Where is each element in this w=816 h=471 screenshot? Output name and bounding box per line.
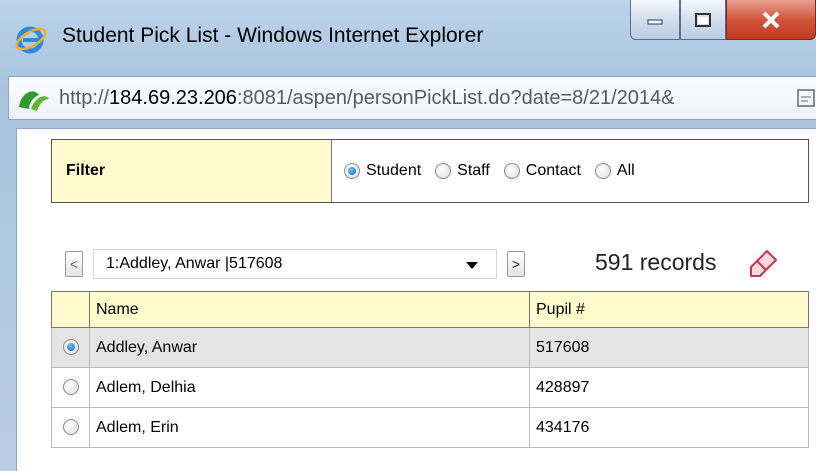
cell-name: Adlem, Delhia	[89, 367, 530, 408]
compatibility-icon[interactable]	[796, 87, 816, 109]
window-title: Student Pick List - Windows Internet Exp…	[62, 24, 484, 47]
column-header-pupil[interactable]: Pupil #	[529, 291, 809, 328]
title-bar: Student Pick List - Windows Internet Exp…	[0, 0, 816, 76]
record-select[interactable]: 1:Addley, Anwar |517608	[93, 249, 497, 279]
table-row[interactable]: Adlem, Erin 434176	[51, 407, 809, 448]
record-count: 591 records	[595, 249, 717, 275]
record-select-value: 1:Addley, Anwar |517608	[106, 255, 283, 272]
filter-label: Filter	[52, 140, 332, 202]
option-label: Contact	[525, 162, 581, 179]
minimize-button[interactable]	[630, 0, 680, 40]
close-button[interactable]	[726, 0, 816, 40]
student-table: Name Pupil # Addley, Anwar 517608 Adlem,…	[51, 291, 809, 448]
radio-all[interactable]	[594, 163, 611, 179]
filter-options: Student Staff Contact All	[332, 140, 808, 202]
maximize-button[interactable]	[680, 0, 726, 40]
radio-student[interactable]	[344, 163, 360, 179]
filter-bar: Filter Student Staff Contact All	[51, 139, 809, 203]
url-text[interactable]: http://184.69.23.206:8081/aspen/personPi…	[59, 87, 675, 110]
radio-staff[interactable]	[435, 163, 452, 179]
filter-option-contact[interactable]: Contact	[503, 162, 581, 180]
table-row[interactable]: Addley, Anwar 517608	[51, 327, 809, 368]
maximize-icon	[695, 12, 711, 27]
url-prefix: http://	[59, 87, 110, 109]
row-radio[interactable]	[62, 379, 79, 396]
minimize-icon	[647, 19, 663, 24]
url-path: :8081/aspen/personPickList.do?date=8/21/…	[236, 87, 675, 109]
cell-name: Adlem, Erin	[89, 407, 530, 448]
row-select-cell	[51, 367, 90, 408]
cell-pupil: 434176	[529, 407, 809, 448]
previous-record-button[interactable]: <	[65, 251, 83, 277]
internet-explorer-icon	[15, 26, 47, 54]
filter-option-student[interactable]: Student	[344, 162, 421, 180]
url-host: 184.69.23.206	[109, 87, 237, 109]
next-record-button[interactable]: >	[507, 251, 525, 277]
row-select-cell	[51, 327, 90, 368]
option-label: Student	[366, 162, 422, 179]
filter-option-all[interactable]: All	[594, 162, 635, 180]
header-select-cell	[51, 291, 90, 328]
page-content: Filter Student Staff Contact All < 1:Add…	[16, 128, 816, 471]
browser-window: Student Pick List - Windows Internet Exp…	[0, 0, 816, 471]
cell-name: Addley, Anwar	[89, 327, 530, 368]
record-navigator: < 1:Addley, Anwar |517608 > 591 records	[65, 247, 815, 281]
radio-contact[interactable]	[503, 163, 520, 179]
table-header-row: Name Pupil #	[51, 291, 809, 328]
address-bar[interactable]: http://184.69.23.206:8081/aspen/personPi…	[8, 76, 816, 120]
row-radio[interactable]	[62, 339, 79, 356]
table-row[interactable]: Adlem, Delhia 428897	[51, 367, 809, 408]
option-label: Staff	[457, 162, 490, 179]
page-leaf-icon	[19, 91, 49, 111]
cell-pupil: 517608	[529, 327, 809, 368]
row-select-cell	[51, 407, 90, 448]
chevron-down-icon	[466, 262, 478, 269]
row-radio[interactable]	[62, 419, 79, 436]
cell-pupil: 428897	[529, 367, 809, 408]
option-label: All	[616, 162, 635, 179]
filter-option-staff[interactable]: Staff	[435, 162, 490, 180]
close-icon	[762, 11, 780, 28]
column-header-name[interactable]: Name	[89, 291, 530, 328]
eraser-icon[interactable]	[745, 247, 779, 277]
